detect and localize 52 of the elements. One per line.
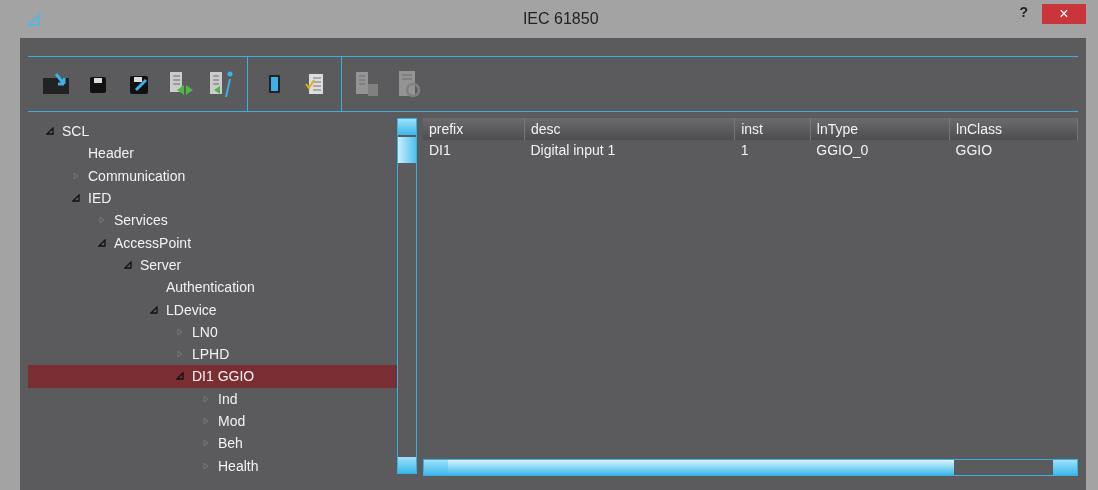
expanded-arrow-icon[interactable]	[176, 372, 184, 381]
collapsed-arrow-icon[interactable]	[202, 394, 210, 403]
desc-header[interactable]: desc	[524, 118, 735, 140]
app-logo-icon	[24, 11, 42, 27]
tree-item[interactable]: SCL	[28, 120, 397, 143]
help-button[interactable]: ?	[1019, 4, 1028, 20]
tree-item[interactable]: Beh	[28, 432, 397, 455]
collapsed-arrow-icon[interactable]	[202, 417, 210, 425]
collapsed-arrow-icon[interactable]	[72, 171, 80, 180]
tree-item[interactable]: Mod	[28, 409, 397, 433]
expanded-arrow-icon[interactable]	[72, 194, 80, 203]
collapsed-arrow-icon[interactable]	[202, 461, 210, 470]
scroll-thumb[interactable]	[448, 460, 954, 475]
table-cell: DI1	[423, 140, 525, 160]
expanded-arrow-icon[interactable]	[98, 238, 106, 247]
scroll-up-icon[interactable]	[398, 119, 416, 135]
table-cell: Digital input 1	[524, 140, 735, 160]
table-cell: 1	[734, 140, 811, 160]
tree-item[interactable]: Authentication	[28, 276, 397, 299]
ln-class-header[interactable]: lnClass	[949, 118, 1078, 140]
prefix-header[interactable]: prefix	[423, 118, 525, 140]
expanded-arrow-icon[interactable]	[150, 305, 158, 314]
tree-item[interactable]: Services	[28, 209, 397, 232]
scroll-right-icon[interactable]	[1053, 460, 1077, 475]
tree-item[interactable]: LDevice	[28, 298, 397, 321]
table-cell: GGIO	[949, 140, 1078, 160]
collapsed-arrow-icon[interactable]	[176, 350, 184, 359]
window-title: IEC 61850	[522, 10, 599, 28]
tree-item[interactable]: Health	[28, 454, 397, 477]
expanded-arrow-icon[interactable]	[46, 127, 54, 136]
tree-item[interactable]: Communication	[28, 164, 397, 187]
tree-item[interactable]: Server	[28, 253, 397, 277]
tree-item[interactable]: DI1 GGIO	[28, 365, 397, 388]
scroll-thumb[interactable]	[398, 137, 416, 163]
ln-type-header[interactable]: lnType	[810, 118, 950, 140]
inst-header[interactable]: inst	[734, 118, 811, 140]
tree-item[interactable]: IED	[28, 186, 397, 210]
collapsed-arrow-icon[interactable]	[176, 327, 184, 336]
horizontal-scrollbar[interactable]	[423, 459, 1078, 476]
close-button[interactable]: ×	[1042, 4, 1086, 24]
collapsed-arrow-icon[interactable]	[98, 216, 106, 225]
tree-item[interactable]: LN0	[28, 320, 397, 343]
table-cell: GGIO_0	[810, 140, 950, 160]
collapsed-arrow-icon[interactable]	[202, 439, 210, 448]
vertical-scrollbar[interactable]	[397, 118, 417, 474]
tree-item[interactable]: AccessPoint	[28, 231, 397, 254]
tree-item[interactable]: Header	[28, 142, 397, 165]
expanded-arrow-icon[interactable]	[124, 260, 132, 269]
tree-item[interactable]: Ind	[28, 387, 397, 410]
tree-item[interactable]: LPHD	[28, 342, 397, 366]
scroll-left-icon[interactable]	[424, 460, 448, 475]
scroll-down-icon[interactable]	[398, 457, 416, 473]
